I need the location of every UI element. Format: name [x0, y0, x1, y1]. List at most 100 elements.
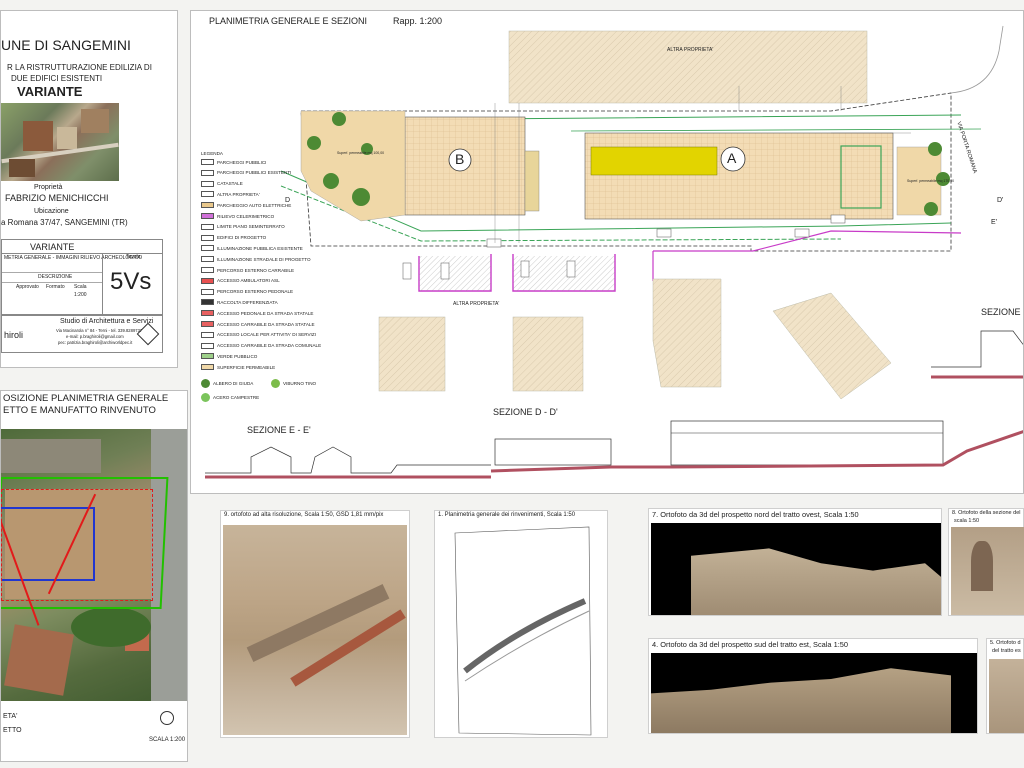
tavola-label: Tavola — [126, 254, 141, 260]
ortho-9-caption: 9. ortofoto ad alta risoluzione, Scala 1… — [224, 512, 384, 518]
legend-item: RACCOLTA DIFFERENZIATA — [201, 299, 278, 306]
legend-swatch — [201, 191, 214, 198]
overlay-title-1: OSIZIONE PLANIMETRIA GENERALE — [3, 393, 169, 404]
legend-item: RILIEVO CELERIMETRICO — [201, 213, 274, 219]
legend-item: ACCESSO LOCALE PER ATTIVITA' DI SERVIZI — [201, 331, 316, 338]
altra-proprieta-bottom-label: ALTRA PROPRIETA' — [453, 301, 500, 307]
legend-item: ACCESSO PEDONALE DA STRADA STATALE — [201, 310, 314, 317]
overlay-footer-1: ETA' — [3, 713, 18, 720]
legend-swatch — [201, 353, 214, 360]
solar-panels-a — [590, 146, 718, 176]
legend-label: VERDE PUBBLICO — [217, 353, 258, 359]
legend-tree-label: ACERO CAMPESTRE — [213, 395, 260, 400]
descrizione-label: DESCRIZIONE — [38, 274, 73, 280]
variante-box-title: VARIANTE — [30, 242, 75, 252]
ortho-5-caption: 5. Ortofoto d — [990, 640, 1021, 646]
hdr-formato: Formato — [46, 284, 65, 290]
title-block: UNE DI SANGEMINI R LA RISTRUTTURAZIONE E… — [0, 10, 178, 368]
section-d-prime-marker: D' — [997, 197, 1004, 204]
section-right-drawing — [931, 330, 1023, 379]
author-name: hiroli — [4, 330, 24, 340]
overlay-footer-2: ETTO — [3, 727, 22, 734]
legend-label: CATASTALE — [217, 181, 243, 187]
legend-label: ACCESSO AMBULATORI ASL — [217, 278, 280, 284]
legend-label: ACCESSO CARRABILE DA STRADA COMUNALE — [217, 343, 322, 349]
ubicazione-label: Ubicazione — [34, 208, 69, 215]
legend-label: PARCHEGGIO AUTO ELETTRICHE — [217, 202, 292, 208]
legend-item: ACCESSO CARRABILE DA STRADA STATALE — [201, 321, 315, 327]
legend-item: SUPERFICIE PERMEABILE — [201, 364, 276, 371]
ubicazione-value: a Romana 37/47, SANGEMINI (TR) — [1, 218, 128, 227]
legend-label: PARCHEGGI PUBBLICI ESISTENTI — [217, 170, 292, 176]
legend-list: PARCHEGGI PUBBLICI PARCHEGGI PUBBLICI ESI… — [201, 159, 341, 419]
legend-label: ALTRA PROPRIETA' — [217, 191, 260, 197]
ortho-8-caption-2: scala 1:50 — [954, 518, 980, 524]
north-arrow-icon — [160, 711, 174, 725]
studio-box: hiroli Studio di Architettura e Servizi … — [1, 315, 163, 353]
section-e-drawing — [205, 446, 491, 479]
legend-label: ACCESSO LOCALE PER ATTIVITA' DI SERVIZI — [217, 332, 316, 338]
legend-swatch — [201, 223, 214, 230]
proprieta-name: FABRIZIO MENICHICCHI — [5, 193, 109, 203]
project-subtitle-2: DUE EDIFICI ESISTENTI — [11, 74, 103, 83]
project-subtitle-1: R LA RISTRUTTURAZIONE EDILIZIA DI — [7, 63, 152, 72]
legend-swatch — [201, 213, 214, 219]
variante-heading: VARIANTE — [17, 84, 83, 99]
legend-label: PERCORSO ESTERNO PEDONALE — [217, 289, 294, 295]
legend-label: LIMITE PIANO SEMINTERRATO — [217, 224, 285, 230]
legend-label: RACCOLTA DIFFERENZIATA — [217, 299, 278, 305]
location-photo — [1, 103, 119, 181]
legend-label: ACCESSO CARRABILE DA STRADA STATALE — [217, 321, 315, 327]
ortho-7-caption: 7. Ortofoto da 3d del prospetto nord del… — [652, 510, 859, 519]
ortho-4-image — [651, 653, 977, 733]
tree-icon — [201, 379, 210, 388]
legend-swatch — [201, 299, 214, 306]
legend-swatch — [201, 267, 214, 273]
studio-address: Via Macinarola n° 84 - Terni - tel. 339.… — [56, 328, 143, 333]
ortho-5-image — [989, 659, 1024, 733]
ortho-panel-1: 1. Planimetria generale dei rinvenimenti… — [434, 510, 608, 738]
overlay-title-2: ETTO E MANUFATTO RINVENUTO — [3, 405, 156, 416]
legend-item: ILLUMINAZIONE PUBBLICA ESISTENTE — [201, 245, 303, 252]
ortho-panel-9: 9. ortofoto ad alta risoluzione, Scala 1… — [220, 510, 410, 738]
legend-tree-label: VIBURNO TINO — [283, 381, 317, 386]
ortho-panel-7: 7. Ortofoto da 3d del prospetto nord del… — [648, 508, 942, 616]
legend-item: PARCHEGGIO AUTO ELETTRICHE — [201, 202, 292, 209]
ortho-panel-4: 4. Ortofoto da 3d del prospetto sud del … — [648, 638, 978, 734]
superficie-a-label: Superf. permeabile mq 170,00 — [907, 179, 955, 183]
legend-item: VERDE PUBBLICO — [201, 353, 258, 360]
legend-label: EDIFICI DI PROGETTO — [217, 235, 267, 241]
legend-swatch — [201, 234, 214, 241]
legend-item: ACCESSO CARRABILE DA STRADA COMUNALE — [201, 342, 322, 349]
legend-label: SUPERFICIE PERMEABILE — [217, 364, 276, 370]
legend-item: PARCHEGGI PUBBLICI — [201, 159, 266, 165]
legend-title: LEGENDA — [201, 151, 223, 156]
val-scala: 1:200 — [74, 292, 87, 298]
overlay-scala: SCALA 1:200 — [149, 737, 186, 743]
sezione-right-title: SEZIONE — [981, 307, 1021, 317]
tavola-code: 5Vs — [110, 268, 152, 295]
plan-panel: PLANIMETRIA GENERALE E SEZIONI Rapp. 1:2… — [190, 10, 1024, 494]
ortho-8-image — [951, 527, 1024, 615]
altra-proprieta-top-label: ALTRA PROPRIETA' — [667, 47, 714, 53]
ortho-panel-8: 8. Ortofoto della sezione del scala 1:50 — [948, 508, 1024, 616]
legend-swatch — [201, 180, 214, 187]
hdr-scala: Scala — [74, 284, 87, 290]
ortho-1-drawing — [454, 526, 592, 736]
studio-pec: pec: patrizia.braghiroli@archiworldpec.i… — [58, 340, 133, 345]
legend-label: ILLUMINAZIONE STRADALE DI PROGETTO — [217, 256, 311, 262]
legend-tree-label: ALBERO DI GIUDA — [213, 381, 254, 386]
legend-tree-item: ACERO CAMPESTRE — [201, 393, 259, 402]
legend-swatch — [201, 310, 214, 317]
legend-label: PERCORSO ESTERNO CARRABILE — [217, 267, 295, 273]
legend-swatch — [201, 288, 214, 295]
comune-title: UNE DI SANGEMINI — [1, 37, 131, 53]
proprieta-label: Proprietà — [34, 184, 63, 191]
studio-logo-icon — [136, 322, 160, 346]
hdr-approvato: Approvato — [16, 284, 39, 290]
ortho-8-caption: 8. Ortofoto della sezione del — [952, 510, 1021, 516]
legend-item: ILLUMINAZIONE STRADALE DI PROGETTO — [201, 256, 311, 263]
tree-icon — [201, 393, 210, 402]
legend-swatch — [201, 202, 214, 209]
overlay-panel: OSIZIONE PLANIMETRIA GENERALE ETTO E MAN… — [0, 390, 188, 762]
